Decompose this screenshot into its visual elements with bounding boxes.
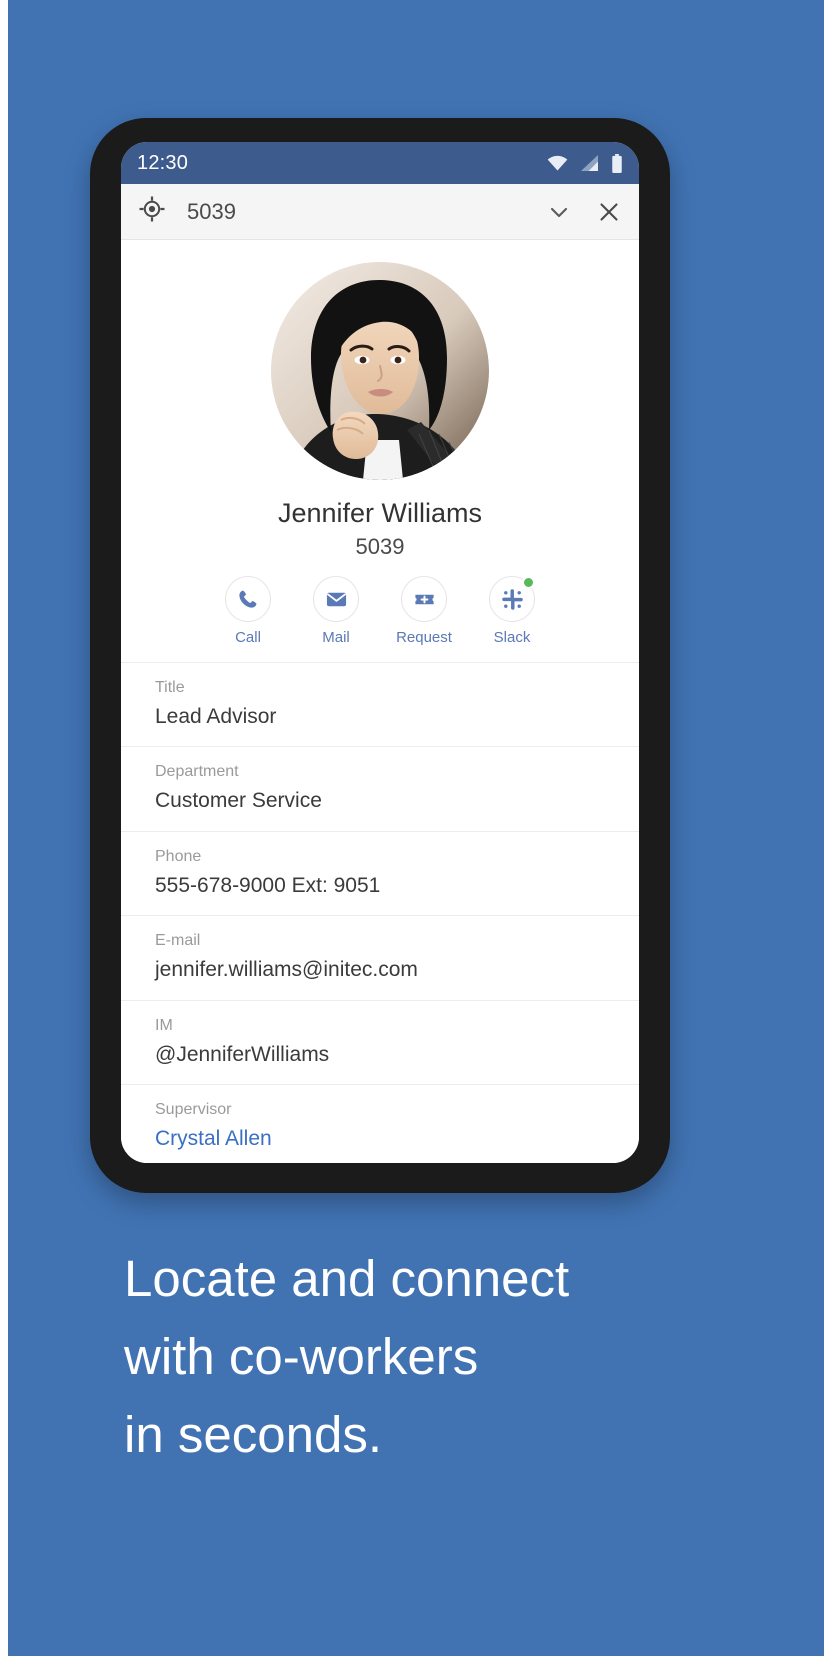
- toolbar-title: 5039: [187, 198, 236, 224]
- avatar-container: [121, 240, 639, 480]
- action-label: Mail: [322, 629, 350, 646]
- envelope-icon: [325, 588, 348, 611]
- battery-icon: [611, 153, 623, 173]
- chevron-down-icon[interactable]: [547, 200, 571, 224]
- action-slack[interactable]: Slack: [479, 576, 545, 646]
- close-icon[interactable]: [597, 200, 621, 224]
- detail-value: Lead Advisor: [155, 705, 277, 728]
- detail-value: Customer Service: [155, 789, 322, 813]
- promo-caption: Locate and connect with co-workers in se…: [124, 1240, 744, 1474]
- person-extension: 5039: [355, 534, 405, 559]
- detail-label: Phone: [155, 847, 202, 865]
- action-label: Slack: [493, 629, 531, 646]
- phone-icon: [237, 588, 259, 610]
- detail-label: Title: [155, 679, 185, 696]
- caption-line-1: Locate and connect: [124, 1250, 570, 1307]
- detail-label: E-mail: [155, 932, 201, 950]
- action-label: Request: [396, 629, 452, 646]
- detail-label: Supervisor: [155, 1101, 232, 1119]
- detail-row-phone: Phone 555-678-9000 Ext: 9051: [121, 830, 639, 915]
- detail-value: jennifer.williams@initec.com: [155, 958, 418, 982]
- action-buttons: Call Mail Request Slack: [121, 576, 639, 646]
- detail-row-supervisor: Supervisor Crystal Allen: [121, 1084, 639, 1163]
- action-call[interactable]: Call: [215, 576, 281, 646]
- supervisor-link[interactable]: Crystal Allen: [155, 1124, 605, 1154]
- detail-label: Department: [155, 763, 239, 781]
- detail-row-email: E-mail jennifer.williams@initec.com: [121, 915, 639, 999]
- detail-row-department: Department Customer Service: [121, 746, 639, 830]
- request-button[interactable]: [401, 576, 447, 622]
- promo-screenshot: 12:30 5039 Jennifer Williams 5039 Call M…: [0, 0, 832, 1656]
- action-request[interactable]: Request: [391, 576, 457, 646]
- action-mail[interactable]: Mail: [303, 576, 369, 646]
- phone-frame: 12:30 5039 Jennifer Williams 5039 Call M…: [90, 118, 670, 1193]
- left-gutter: [0, 0, 8, 1656]
- cell-signal-icon: [580, 154, 599, 172]
- status-icons: [547, 153, 623, 173]
- detail-row-im: IM @JenniferWilliams: [121, 999, 639, 1084]
- status-time: 12:30: [137, 151, 189, 174]
- detail-list: Title Lead Advisor Department Customer S…: [121, 662, 639, 1163]
- mail-button[interactable]: [313, 576, 359, 622]
- presence-status-dot: [522, 576, 535, 589]
- slack-button[interactable]: [489, 576, 535, 622]
- detail-label: IM: [155, 1016, 173, 1034]
- caption-line-3: in seconds.: [124, 1406, 382, 1464]
- caption-line-2: with co-workers: [124, 1328, 479, 1386]
- gps-target-icon[interactable]: [139, 196, 165, 227]
- slack-icon: [501, 588, 524, 611]
- phone-screen: 12:30 5039 Jennifer Williams 5039 Call M…: [121, 142, 639, 1163]
- page-title: Jennifer Williams: [277, 498, 483, 528]
- toolbar-actions: [547, 200, 621, 224]
- right-gutter: [824, 0, 832, 1656]
- ticket-plus-icon: [413, 588, 436, 611]
- detail-value: 555-678-9000 Ext: 9051: [155, 873, 381, 897]
- status-bar: 12:30: [121, 142, 639, 184]
- app-toolbar: 5039: [121, 184, 639, 240]
- avatar: [271, 262, 489, 480]
- detail-row-title: Title Lead Advisor: [121, 662, 639, 746]
- wifi-icon: [547, 155, 568, 171]
- detail-value: @JenniferWilliams: [155, 1042, 330, 1066]
- call-button[interactable]: [225, 576, 271, 622]
- profile-content: Jennifer Williams 5039 Call Mail Request…: [121, 240, 639, 1163]
- action-label: Call: [235, 629, 261, 646]
